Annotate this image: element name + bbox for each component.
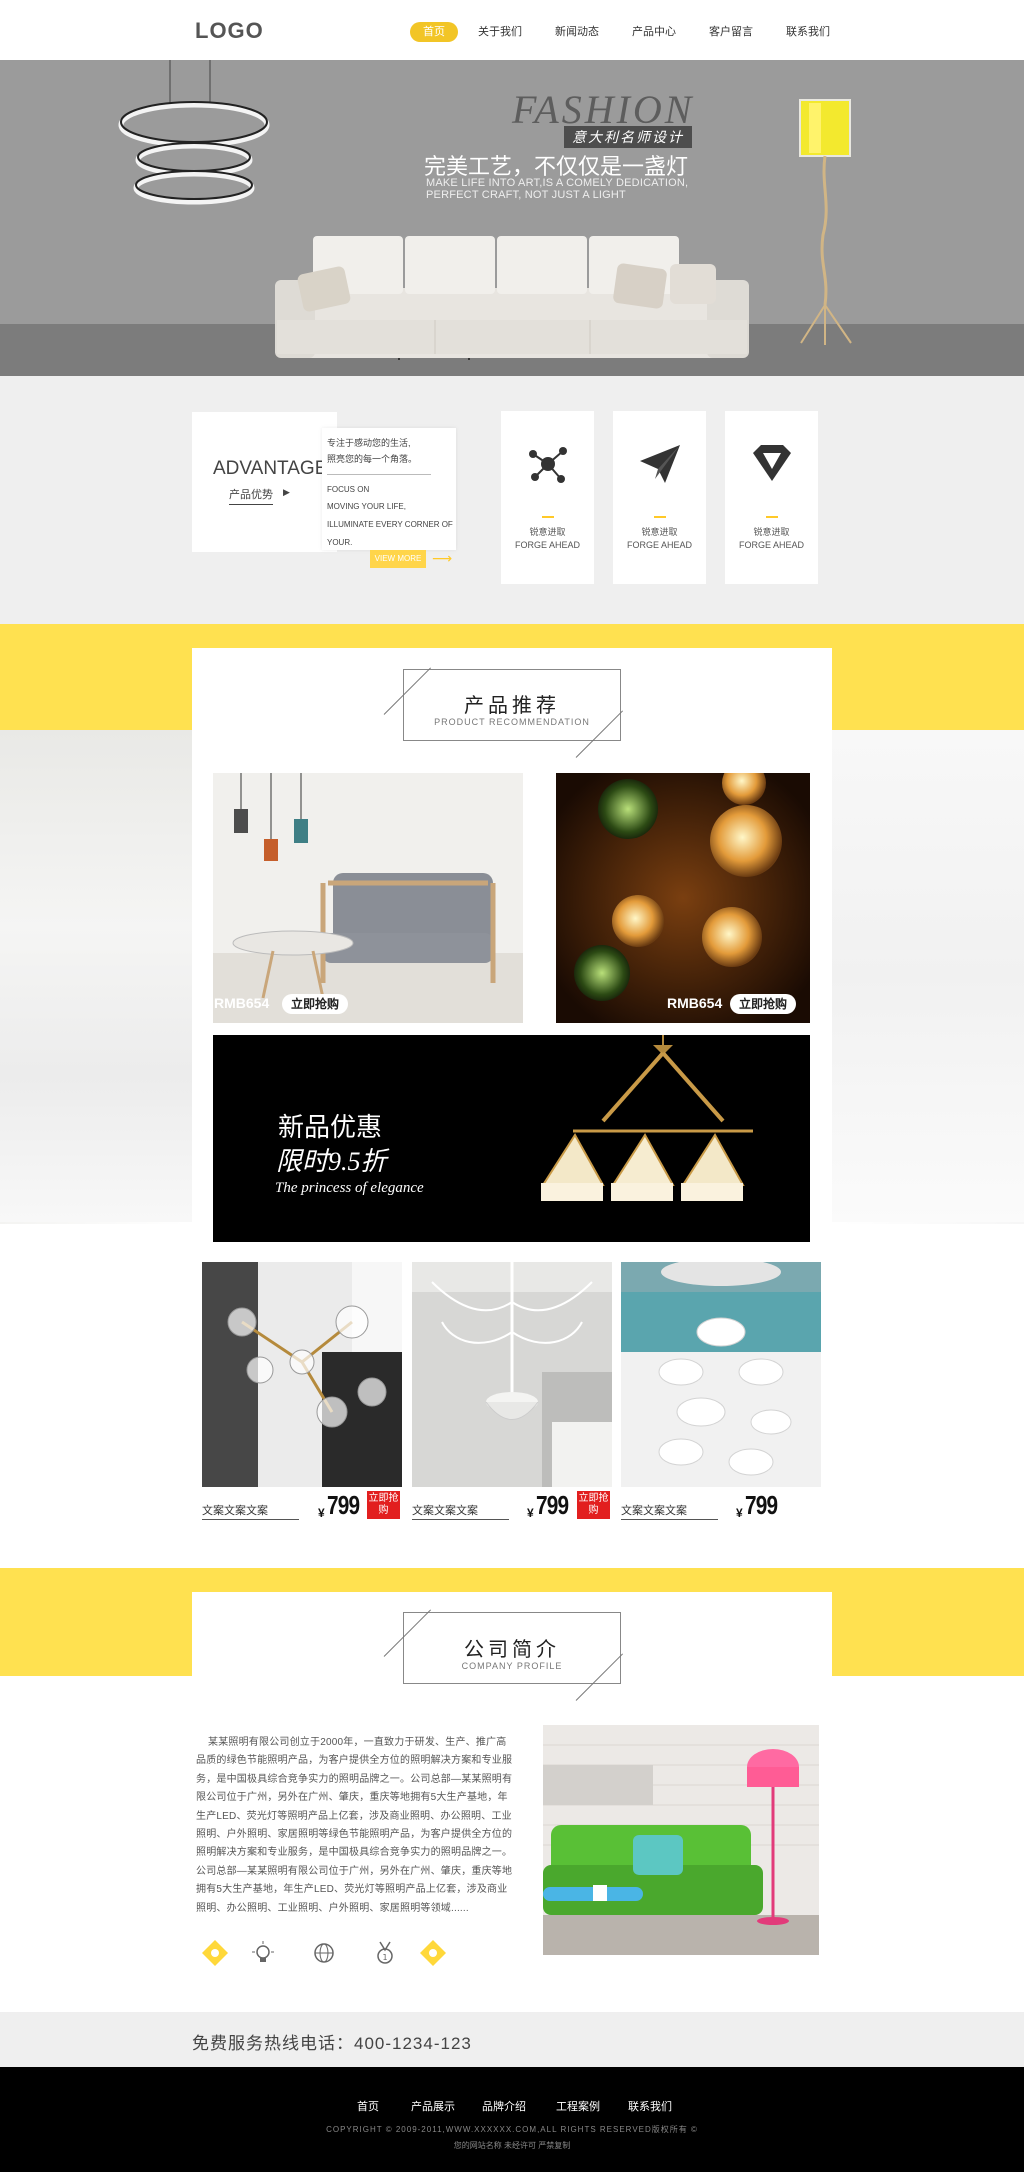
arrow-right-icon: ⟶ — [432, 550, 453, 566]
company-description: 某某照明有限公司创立于2000年，一直致力于研发、生产、推广高品质的绿色节能照明… — [196, 1737, 513, 1914]
floor-lamp-image — [799, 99, 852, 345]
price-currency: ¥ — [527, 1506, 534, 1520]
nav-home[interactable]: 首页 — [410, 22, 458, 42]
nav-news[interactable]: 新闻动态 — [549, 22, 605, 42]
product-price: 799 — [745, 1490, 778, 1520]
price-currency: ¥ — [736, 1506, 743, 1520]
feature-label-en: FORGE AHEAD — [514, 540, 580, 550]
nav-messages[interactable]: 客户留言 — [703, 22, 759, 42]
company-heading: 公司简介 — [464, 1639, 560, 1661]
svg-text:1: 1 — [382, 1953, 387, 1962]
faded-interior-image — [0, 730, 192, 1222]
advantage-desc-en-2: MOVING YOUR LIFE, — [327, 502, 406, 511]
price-currency: ¥ — [318, 1506, 325, 1520]
view-more-button[interactable]: VIEW MORE — [370, 550, 426, 568]
feature-card[interactable]: 锐意进取 FORGE AHEAD — [501, 411, 594, 584]
product-caption: 文案文案文案 — [621, 1502, 718, 1520]
hotline-bar — [0, 2012, 1024, 2067]
product-price: 799 — [536, 1490, 569, 1520]
hero-designer-badge: 意大利名师设计 — [564, 126, 692, 148]
product-caption: 文案文案文案 — [202, 1502, 299, 1520]
advantage-subtitle: 产品优势 — [229, 486, 273, 505]
footer-link-contact[interactable]: 联系我们 — [628, 2098, 672, 2114]
play-arrow-icon: ▶ — [283, 487, 290, 497]
product-image-cloud-lamp[interactable] — [621, 1262, 821, 1487]
sofa-image — [275, 236, 749, 360]
advantage-title-box — [192, 412, 337, 552]
nav-about[interactable]: 关于我们 — [472, 22, 528, 42]
product-caption: 文案文案文案 — [412, 1502, 509, 1520]
footer-link-cases[interactable]: 工程案例 — [556, 2098, 600, 2114]
chandelier-image — [541, 1035, 753, 1201]
footer-link-home[interactable]: 首页 — [357, 2098, 379, 2114]
medal-icon[interactable]: 1 — [372, 1940, 398, 1966]
molecule-icon — [529, 447, 567, 483]
feature-label-cn: 锐意进取 — [753, 527, 790, 537]
logo[interactable]: LOGO — [195, 18, 264, 44]
products-heading-en: PRODUCT RECOMMENDATION — [434, 717, 590, 727]
buy-now-button[interactable]: 立即抢购 — [282, 994, 348, 1014]
divider — [327, 474, 431, 475]
nav-products[interactable]: 产品中心 — [626, 22, 682, 42]
hotline-text: 免费服务热线电话：400-1234-123 — [192, 2034, 472, 2053]
feature-label-en: FORGE AHEAD — [738, 540, 804, 550]
buy-now-button[interactable]: 立即抢购 — [730, 994, 796, 1014]
faded-interior-image — [832, 730, 1024, 1222]
feature-dash — [542, 516, 554, 518]
footer-link-products[interactable]: 产品展示 — [411, 2098, 455, 2114]
diamond-icon — [753, 445, 791, 481]
buy-now-button[interactable]: 立即抢购 — [367, 1491, 400, 1519]
product-price: RMB654 — [667, 995, 723, 1011]
advantage-desc-en-1: FOCUS ON — [327, 485, 370, 494]
feature-dash — [766, 516, 778, 518]
feature-label-cn: 锐意进取 — [529, 527, 566, 537]
hero-subtitle-2: PERFECT CRAFT, NOT JUST A LIGHT — [426, 189, 626, 201]
advantage-desc-cn-2: 照亮您的每一个角落。 — [327, 454, 418, 464]
product-image-crystal-chandelier[interactable] — [412, 1262, 612, 1487]
star-diamond-icon[interactable] — [420, 1940, 446, 1966]
feature-card[interactable]: 锐意进取 FORGE AHEAD — [725, 411, 818, 584]
copyright-text: COPYRIGHT © 2009-2011,WWW.XXXXXX.COM,ALL… — [326, 2125, 698, 2134]
footer — [0, 2067, 1024, 2172]
promo-title: 新品优惠 — [278, 1112, 383, 1142]
feature-label-en: FORGE AHEAD — [626, 540, 692, 550]
hero-subtitle-1: MAKE LIFE INTO ART,IS A COMELY DEDICATIO… — [426, 177, 689, 189]
company-image-living-room — [543, 1725, 819, 1955]
feature-dash — [654, 516, 666, 518]
advantage-desc-en-4: YOUR. — [327, 538, 353, 547]
buy-now-button[interactable]: 立即抢购 — [577, 1491, 610, 1519]
advantage-desc-cn-1: 专注于感动您的生活, — [327, 438, 411, 448]
product-image-chair[interactable] — [213, 773, 523, 1023]
product-price: 799 — [327, 1490, 360, 1520]
nav-contact[interactable]: 联系我们 — [780, 22, 836, 42]
bulb-icon[interactable] — [250, 1940, 276, 1966]
advantage-desc-en-3: ILLUMINATE EVERY CORNER OF — [327, 520, 453, 529]
globe-icon[interactable] — [311, 1940, 337, 1966]
hero-banner: FASHION 意大利名师设计 完美工艺，不仅仅是一盏灯 MAKE LIFE I… — [0, 60, 1024, 376]
products-heading: 产品推荐 — [464, 695, 560, 717]
advantage-title: ADVANTAGE — [213, 458, 328, 479]
company-heading-en: COMPANY PROFILE — [461, 1661, 563, 1671]
paper-plane-icon — [640, 445, 680, 483]
lamp-diamond-icon[interactable] — [202, 1940, 228, 1966]
feature-card[interactable]: 锐意进取 FORGE AHEAD — [613, 411, 706, 584]
promo-discount: 限时9.5折 — [276, 1147, 387, 1176]
footer-link-brand[interactable]: 品牌介绍 — [482, 2098, 526, 2114]
ring-chandelier-image — [118, 60, 270, 205]
product-image-glass-globe-lamp[interactable] — [202, 1262, 402, 1487]
feature-label-cn: 锐意进取 — [641, 527, 678, 537]
product-image-pendant-lamps[interactable] — [556, 773, 810, 1023]
promo-tagline: The princess of elegance — [275, 1180, 424, 1196]
product-price: RMB654 — [214, 995, 270, 1011]
icp-text: 您的网站名称 未经许可 严禁复制 — [453, 2141, 571, 2150]
